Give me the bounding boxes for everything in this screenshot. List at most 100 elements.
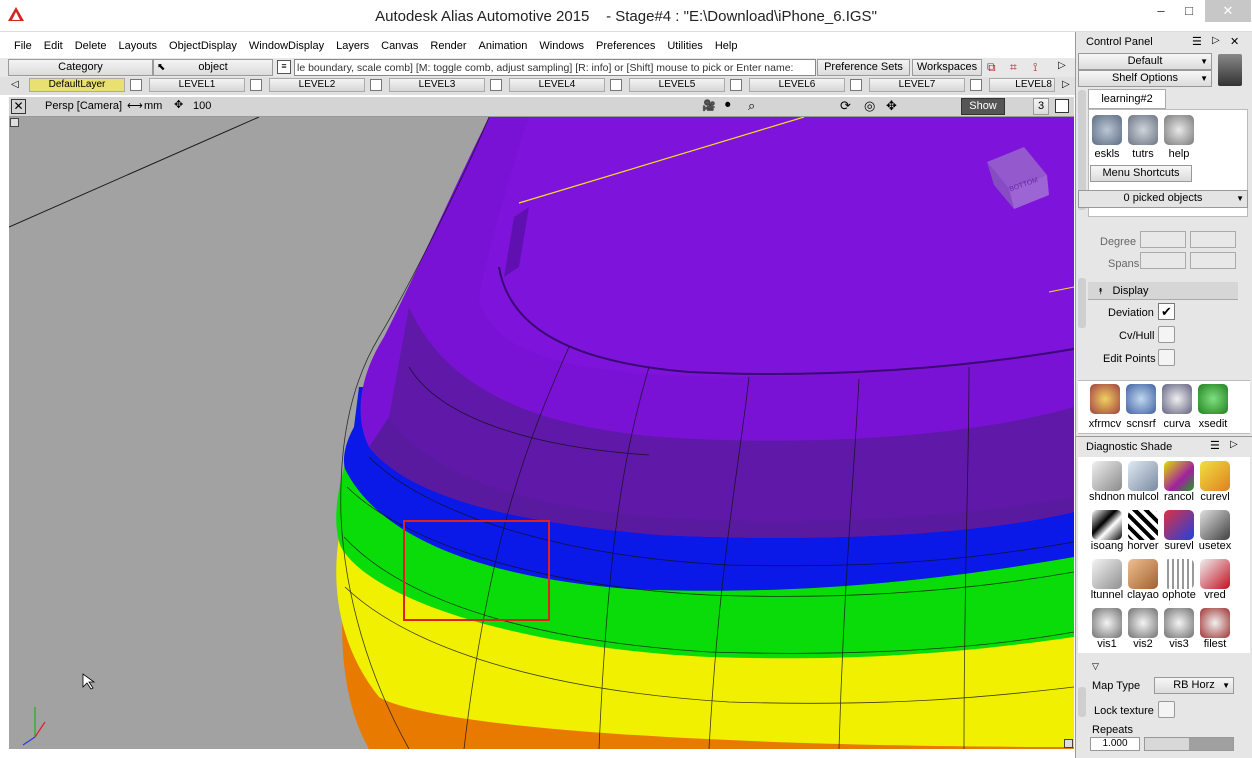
menu-utilities[interactable]: Utilities xyxy=(661,36,708,56)
repeats-field[interactable]: 1.000 xyxy=(1090,737,1140,751)
diag-expand-icon[interactable]: ▷ xyxy=(1230,439,1238,450)
trash-icon[interactable] xyxy=(1218,54,1242,86)
view-count-button[interactable]: 3 xyxy=(1033,98,1049,115)
layer-checkbox[interactable] xyxy=(130,79,142,91)
layer-checkbox[interactable] xyxy=(970,79,982,91)
menu-preferences[interactable]: Preferences xyxy=(590,36,661,56)
menu-layouts[interactable]: Layouts xyxy=(113,36,164,56)
layer-level1[interactable]: LEVEL1 xyxy=(149,78,245,92)
record-icon[interactable]: ⏺ xyxy=(725,99,731,112)
category-button[interactable]: Category xyxy=(8,59,153,76)
tutrs-icon[interactable] xyxy=(1128,115,1158,145)
spans-field-u[interactable] xyxy=(1140,252,1186,269)
snap-grid-icon[interactable]: ⌗ xyxy=(1010,60,1026,74)
menu-objectdisplay[interactable]: ObjectDisplay xyxy=(163,36,243,56)
layer-checkbox[interactable] xyxy=(250,79,262,91)
map-type-select[interactable]: RB Horz ▼ xyxy=(1154,677,1234,694)
menu-windows[interactable]: Windows xyxy=(533,36,590,56)
layer-level7[interactable]: LEVEL7 xyxy=(869,78,965,92)
clayao-icon[interactable] xyxy=(1128,559,1158,589)
curva-icon[interactable] xyxy=(1162,384,1192,414)
layer-level3[interactable]: LEVEL3 xyxy=(389,78,485,92)
default-shelf-select[interactable]: Default ▼ xyxy=(1078,53,1212,70)
menu-help[interactable]: Help xyxy=(709,36,744,56)
xsedit-icon[interactable] xyxy=(1198,384,1228,414)
viewport-canvas[interactable]: BOTTOM xyxy=(9,117,1074,749)
panel-close-icon[interactable]: ✕ xyxy=(1230,35,1239,48)
layer-checkbox[interactable] xyxy=(730,79,742,91)
tumble-icon[interactable]: ⟳ xyxy=(840,98,851,114)
menu-edit[interactable]: Edit xyxy=(38,36,69,56)
maximize-button[interactable]: □ xyxy=(1176,0,1202,22)
fit-icon[interactable]: ◎ xyxy=(864,98,875,114)
magnify-icon[interactable]: ⌕ xyxy=(748,98,755,114)
prompt-input[interactable] xyxy=(294,59,816,76)
menu-animation[interactable]: Animation xyxy=(473,36,534,56)
shelf-tab[interactable]: learning#2 xyxy=(1088,89,1166,109)
layer-level6[interactable]: LEVEL6 xyxy=(749,78,845,92)
camera-icon[interactable]: 🎥 xyxy=(702,99,716,112)
toolbar-scroll-right-icon[interactable]: ▷ xyxy=(1058,60,1070,74)
layer-level8[interactable]: LEVEL8 xyxy=(989,78,1055,92)
rancol-icon[interactable] xyxy=(1164,461,1194,491)
spans-field-v[interactable] xyxy=(1190,252,1236,269)
close-window-icon[interactable]: ✕ xyxy=(11,99,26,114)
layer-level4[interactable]: LEVEL4 xyxy=(509,78,605,92)
menu-layers[interactable]: Layers xyxy=(330,36,375,56)
eskls-icon[interactable] xyxy=(1092,115,1122,145)
menu-shortcuts-button[interactable]: Menu Shortcuts xyxy=(1090,165,1192,182)
menu-canvas[interactable]: Canvas xyxy=(375,36,424,56)
isoang-icon[interactable] xyxy=(1092,510,1122,540)
xfrmcv-icon[interactable] xyxy=(1090,384,1120,414)
mulcol-icon[interactable] xyxy=(1128,461,1158,491)
viewport-resize-icon[interactable] xyxy=(1064,739,1073,748)
layer-scroll-right-icon[interactable]: ▷ xyxy=(1062,79,1070,90)
preference-sets-button[interactable]: Preference Sets xyxy=(817,59,910,76)
cv-hull-checkbox[interactable] xyxy=(1158,326,1175,343)
layer-level2[interactable]: LEVEL2 xyxy=(269,78,365,92)
options-scrollbar[interactable] xyxy=(1078,687,1086,717)
picked-objects-select[interactable]: 0 picked objects ▼ xyxy=(1078,190,1248,208)
panel-menu-icon[interactable]: ☰ xyxy=(1192,35,1202,48)
menu-file[interactable]: File xyxy=(8,36,38,56)
repeats-slider[interactable] xyxy=(1144,737,1234,751)
ophote-icon[interactable] xyxy=(1164,559,1194,589)
ltunnel-icon[interactable] xyxy=(1092,559,1122,589)
vis3-icon[interactable] xyxy=(1164,608,1194,638)
object-button[interactable]: ⬉ object xyxy=(153,59,273,76)
pan-icon[interactable]: ✥ xyxy=(886,98,897,114)
panel-expand-icon[interactable]: ▷ xyxy=(1212,35,1220,46)
layer-checkbox[interactable] xyxy=(490,79,502,91)
edit-points-checkbox[interactable] xyxy=(1158,349,1175,366)
menu-windowdisplay[interactable]: WindowDisplay xyxy=(243,36,330,56)
close-button[interactable]: ✕ xyxy=(1205,0,1251,22)
layer-scroll-left-icon[interactable]: ◁ xyxy=(11,79,19,90)
show-button[interactable]: Show xyxy=(961,98,1005,115)
layer-checkbox[interactable] xyxy=(850,79,862,91)
maximize-view-icon[interactable] xyxy=(1055,99,1069,113)
layer-default[interactable]: DefaultLayer xyxy=(29,78,125,92)
filest-icon[interactable] xyxy=(1200,608,1230,638)
diag-menu-icon[interactable]: ☰ xyxy=(1210,439,1220,452)
curevl-icon[interactable] xyxy=(1200,461,1230,491)
surevl-icon[interactable] xyxy=(1164,510,1194,540)
help-icon[interactable] xyxy=(1164,115,1194,145)
vis2-icon[interactable] xyxy=(1128,608,1158,638)
menu-render[interactable]: Render xyxy=(424,36,472,56)
horver-icon[interactable] xyxy=(1128,510,1158,540)
degree-field-u[interactable] xyxy=(1140,231,1186,248)
usetex-icon[interactable] xyxy=(1200,510,1230,540)
options-collapse-icon[interactable]: ▽ xyxy=(1092,661,1099,672)
menu-delete[interactable]: Delete xyxy=(69,36,113,56)
vis1-icon[interactable] xyxy=(1092,608,1122,638)
snap-curve-icon[interactable]: ⟟ xyxy=(1033,60,1049,74)
magnet-icon[interactable]: ⧉ xyxy=(987,60,1003,74)
shelf-options-button[interactable]: Shelf Options ▼ xyxy=(1078,70,1212,87)
vred-icon[interactable] xyxy=(1200,559,1230,589)
workspaces-button[interactable]: Workspaces xyxy=(912,59,982,76)
lock-texture-checkbox[interactable] xyxy=(1158,701,1175,718)
deviation-checkbox[interactable]: ✔ xyxy=(1158,303,1175,320)
scnsrf-icon[interactable] xyxy=(1126,384,1156,414)
minimize-button[interactable]: – xyxy=(1148,0,1174,22)
display-section-header[interactable]: ⯭ Display xyxy=(1088,282,1238,300)
